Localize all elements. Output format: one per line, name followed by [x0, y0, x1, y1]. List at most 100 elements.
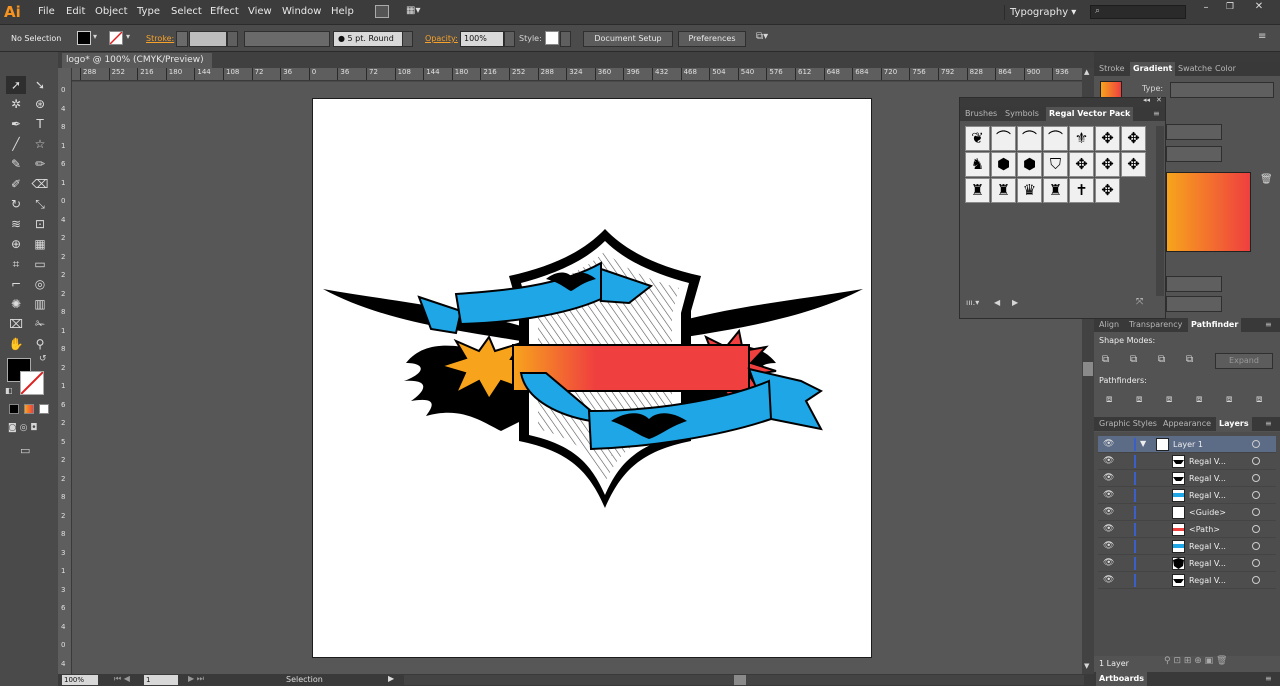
visibility-eye-icon[interactable]: 👁 — [1103, 490, 1114, 500]
horizontal-ruler[interactable]: 288 252 216 180 144 108 72 36 0 36 72 108 144 180 216 2… — [72, 68, 1082, 81]
document-setup-button[interactable]: Document Setup — [583, 31, 673, 47]
tab-color[interactable]: Color — [1212, 62, 1239, 76]
graphic-style-dropdown[interactable] — [560, 31, 571, 47]
opacity-dropdown[interactable] — [504, 31, 515, 47]
gradient-location-field[interactable] — [1166, 296, 1222, 312]
stroke-label[interactable]: Stroke: — [146, 34, 174, 43]
menu-type[interactable]: Type — [137, 6, 160, 17]
graph-tool-icon[interactable]: ▥ — [30, 295, 50, 313]
type-tool-icon[interactable]: T — [30, 115, 50, 133]
layer-name[interactable]: Regal V... — [1189, 576, 1226, 585]
fill-swatch[interactable] — [77, 31, 91, 45]
lasso-icon[interactable]: ⊛ — [30, 95, 50, 113]
top-ribbon[interactable] — [417, 295, 463, 335]
menu-help[interactable]: Help — [331, 6, 354, 17]
symbol-swatch[interactable]: ♜ — [1043, 178, 1068, 203]
layer-row[interactable]: 👁 ▼ Layer 1 — [1098, 436, 1276, 453]
gradient-tool-icon[interactable]: ▭ — [30, 255, 50, 273]
symbols-scrollbar[interactable] — [1156, 126, 1164, 296]
symbol-swatch[interactable]: ✥ — [1095, 178, 1120, 203]
eyedropper-icon[interactable]: ⌐ — [6, 275, 26, 293]
visibility-eye-icon[interactable]: 👁 — [1103, 507, 1114, 517]
symbol-swatch[interactable]: ♜ — [991, 178, 1016, 203]
stroke-swatch[interactable] — [109, 31, 123, 45]
variable-width-dropdown[interactable] — [244, 31, 330, 47]
layers-footer-icons[interactable]: ⚲ ⊡ ⊞ ⊕ ▣ 🗑 — [1164, 656, 1227, 666]
brush-dropdown-arrow[interactable] — [402, 31, 413, 47]
symbol-swatch[interactable]: ⬢ — [991, 152, 1016, 177]
minus-front-icon[interactable]: ⧉ — [1130, 354, 1137, 365]
pencil-icon[interactable]: ✏ — [30, 155, 50, 173]
gradient-preview[interactable] — [1166, 172, 1251, 252]
layer-name[interactable]: <Path> — [1189, 525, 1220, 534]
artboard-tool-icon[interactable]: ⌧ — [6, 315, 26, 333]
layer-name[interactable]: Regal V... — [1189, 491, 1226, 500]
preferences-button[interactable]: Preferences — [678, 31, 746, 47]
gradient-mode-icon[interactable] — [24, 404, 34, 414]
target-icon[interactable] — [1252, 576, 1260, 584]
symbol-swatch[interactable]: ⛉ — [1043, 152, 1068, 177]
symbol-swatch[interactable]: ✥ — [1069, 152, 1094, 177]
tab-stroke[interactable]: Stroke — [1096, 62, 1128, 76]
blend-tool-icon[interactable]: ◎ — [30, 275, 50, 293]
target-icon[interactable] — [1252, 474, 1260, 482]
symbol-swatch[interactable]: ❦ — [965, 126, 990, 151]
menu-effect[interactable]: Effect — [210, 6, 239, 17]
visibility-eye-icon[interactable]: 👁 — [1103, 558, 1114, 568]
visibility-eye-icon[interactable]: 👁 — [1103, 439, 1114, 449]
vertical-scroll-thumb[interactable] — [1083, 362, 1093, 376]
tab-appearance[interactable]: Appearance — [1160, 417, 1214, 431]
page-nav-next-icon[interactable]: ▶ ⏭ — [188, 674, 204, 684]
layers-menu-icon[interactable]: ≡ — [1262, 417, 1275, 431]
layer-row[interactable]: 👁 Regal V... — [1098, 572, 1276, 589]
pathfinder-menu-icon[interactable]: ≡ — [1262, 318, 1275, 332]
layer-row[interactable]: 👁 Regal V... — [1098, 470, 1276, 487]
warp-tool-icon[interactable]: ≋ — [6, 215, 26, 233]
artboards-menu-icon[interactable]: ≡ — [1262, 672, 1275, 686]
trim-icon[interactable]: ⧈ — [1136, 394, 1142, 405]
search-input[interactable]: ⌕ — [1090, 5, 1186, 19]
layer-name[interactable]: Regal V... — [1189, 474, 1226, 483]
mesh-tool-icon[interactable]: ⌗ — [6, 255, 26, 273]
vertical-ruler[interactable]: 0 4 8 1 6 1 0 4 2 2 2 2 8 1 8 2 1 6 2 5 2 2 8 2 8 3 1 3 6 4 0 4 — [58, 68, 72, 674]
default-colors-icon[interactable]: ◧ — [5, 386, 13, 395]
visibility-eye-icon[interactable]: 👁 — [1103, 473, 1114, 483]
target-icon[interactable] — [1252, 491, 1260, 499]
bridge-icon[interactable] — [375, 5, 389, 18]
menu-view[interactable]: View — [248, 6, 272, 17]
minimize-icon[interactable]: – — [1196, 2, 1216, 16]
line-tool-icon[interactable]: ╱ — [6, 135, 26, 153]
layer-name[interactable]: Regal V... — [1189, 559, 1226, 568]
floating-panel-header[interactable]: ◂◂ ✕ — [960, 96, 1165, 107]
disclosure-triangle-icon[interactable]: ▼ — [1140, 439, 1146, 448]
tab-pathfinder[interactable]: Pathfinder — [1188, 318, 1242, 332]
scale-tool-icon[interactable]: ⤡ — [30, 195, 50, 213]
color-mode-icon[interactable] — [9, 404, 19, 414]
layer-name[interactable]: Regal V... — [1189, 542, 1226, 551]
symbols-menu-icon[interactable]: ≡ — [1150, 107, 1163, 121]
crop-icon[interactable]: ⧈ — [1196, 394, 1202, 405]
symbol-swatch[interactable]: ✝ — [1069, 178, 1094, 203]
symbol-swatch[interactable]: ✥ — [1121, 126, 1146, 151]
status-menu-icon[interactable]: ▶ — [388, 674, 394, 683]
symbol-swatch[interactable]: ✥ — [1095, 126, 1120, 151]
tab-artboards[interactable]: Artboards — [1096, 672, 1148, 686]
trash-icon[interactable]: 🗑 — [1260, 174, 1273, 185]
target-icon[interactable] — [1252, 525, 1260, 533]
screen-mode-icon[interactable]: ▭ — [20, 444, 30, 457]
symbol-swatch[interactable]: ⚜ — [1069, 126, 1094, 151]
symbol-swatch[interactable]: ♛ — [1017, 178, 1042, 203]
logo-artwork[interactable] — [313, 99, 871, 657]
symbol-swatch[interactable]: ⌒ — [991, 126, 1016, 151]
opacity-input[interactable]: 100% — [460, 31, 504, 47]
document-tab[interactable]: logo* @ 100% (CMYK/Preview) ✕ — [62, 53, 212, 80]
gradient-aspect-field[interactable] — [1166, 146, 1222, 162]
page-nav-prev-icon[interactable]: ⏮ ◀ — [114, 674, 130, 684]
stroke-dropdown-icon[interactable]: ▾ — [126, 32, 130, 41]
stroke-stepper[interactable] — [176, 31, 188, 47]
menu-select[interactable]: Select — [171, 6, 202, 17]
symbol-swatch[interactable]: ⌒ — [1043, 126, 1068, 151]
intersect-icon[interactable]: ⧉ — [1158, 354, 1165, 365]
close-icon[interactable]: ✕ — [1246, 1, 1272, 16]
layer-row[interactable]: 👁 Regal V... — [1098, 453, 1276, 470]
